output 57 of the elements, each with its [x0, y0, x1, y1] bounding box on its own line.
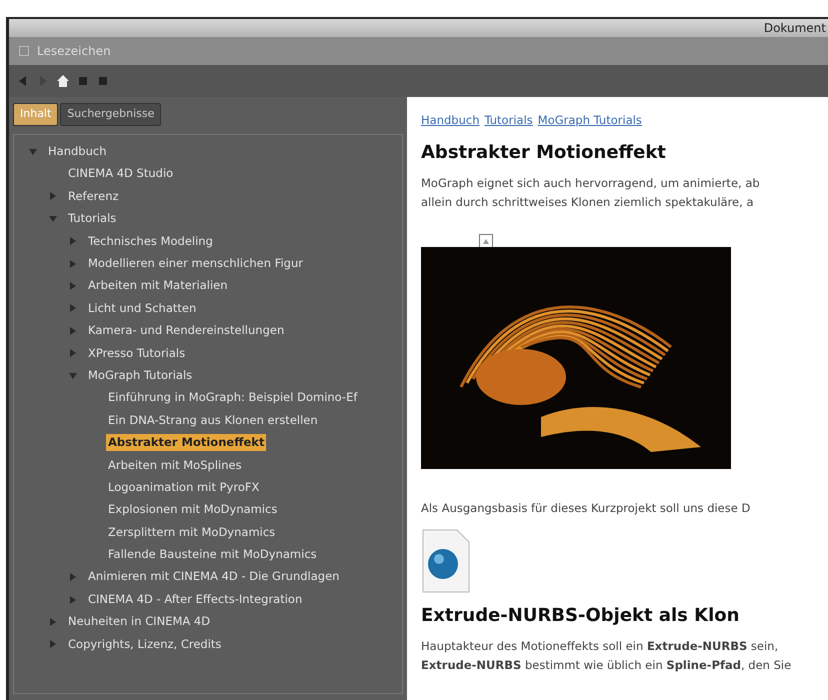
tree-item[interactable]: Einführung in MoGraph: Beispiel Domino-Ef — [106, 389, 360, 407]
expand-toggle-icon[interactable] — [68, 594, 78, 604]
tree-item[interactable]: Arbeiten mit MoSplines — [106, 456, 244, 474]
tree-item[interactable]: Explosionen mit MoDynamics — [106, 501, 280, 519]
body-text: MoGraph eignet sich auch hervorragend, um animierte, ab — [421, 175, 760, 192]
panel-title: Lesezeichen — [37, 43, 111, 60]
expand-toggle-icon[interactable] — [48, 639, 58, 650]
expand-toggle-icon[interactable] — [68, 572, 78, 582]
tree-item[interactable]: Tutorials — [66, 210, 118, 228]
breadcrumb-link[interactable]: Handbuch — [421, 113, 480, 127]
body-text: allein durch schrittweises Klonen ziemlich spektakuläre, a — [421, 194, 754, 211]
expand-toggle-icon[interactable] — [68, 348, 78, 358]
collapse-toggle-icon[interactable] — [28, 146, 38, 157]
section-heading: Abstrakter Motioneffekt — [421, 141, 667, 165]
collapse-toggle-icon[interactable] — [48, 214, 58, 224]
tree-item[interactable]: Animieren mit CINEMA 4D - Die Grundlagen — [86, 568, 342, 586]
breadcrumb-link[interactable]: Tutorials — [484, 113, 533, 127]
square-icon[interactable] — [77, 75, 89, 87]
tab[interactable]: Suchergebnisse — [60, 103, 162, 126]
tree-item[interactable]: Handbuch — [46, 143, 108, 160]
tree-item[interactable]: Arbeiten mit Materialien — [86, 277, 230, 295]
expand-toggle-icon[interactable] — [68, 326, 78, 336]
tree-item[interactable]: CINEMA 4D - After Effects-Integration — [86, 590, 304, 608]
expand-toggle-icon[interactable] — [68, 236, 78, 246]
section-heading: Extrude-NURBS-Objekt als Klon — [421, 604, 740, 628]
back-icon[interactable] — [17, 75, 29, 87]
expand-toggle-icon[interactable] — [68, 258, 78, 269]
collapse-toggle-icon[interactable] — [68, 370, 78, 381]
tree-item[interactable]: Logoanimation mit PyroFX — [106, 478, 262, 496]
tree-item[interactable]: Referenz — [66, 188, 121, 206]
tree-item[interactable]: Modellieren einer menschlichen Figur — [86, 255, 305, 272]
panel-icon — [19, 46, 29, 56]
tree-item[interactable]: MoGraph Tutorials — [86, 366, 194, 384]
body-text: Extrude-NURBS bestimmt wie üblich ein Spline-Pfad, den Sie — [421, 657, 792, 674]
tree-item[interactable]: Copyrights, Lizenz, Credits — [66, 636, 224, 653]
expand-toggle-icon[interactable] — [68, 281, 78, 292]
window-title: Dokument — [764, 20, 826, 37]
tree-item[interactable]: Abstrakter Motioneffekt — [106, 434, 266, 452]
tree-item[interactable]: Kamera- und Rendereinstellungen — [86, 322, 286, 340]
expand-toggle-icon[interactable] — [68, 303, 78, 314]
file-icon — [421, 528, 471, 594]
tree-item[interactable]: Ein DNA-Strang aus Klonen erstellen — [106, 412, 320, 429]
home-icon[interactable] — [57, 75, 69, 87]
broken-image-icon — [479, 234, 493, 248]
body-text: Hauptakteur des Motioneffekts soll ein Extrude-NURBS sein, — [421, 638, 778, 655]
body-text: Als Ausgangsbasis für dieses Kurzprojekt soll uns diese D — [421, 500, 750, 517]
tree-item[interactable]: CINEMA 4D Studio — [66, 165, 176, 183]
tree-item[interactable]: Licht und Schatten — [86, 300, 198, 318]
tree-item[interactable]: Fallende Bausteine mit MoDynamics — [106, 546, 319, 564]
tree-item[interactable]: Zersplittern mit MoDynamics — [106, 524, 278, 541]
breadcrumb-link[interactable]: MoGraph Tutorials — [538, 113, 642, 127]
expand-toggle-icon[interactable] — [48, 616, 58, 627]
tree-item[interactable]: Neuheiten in CINEMA 4D — [66, 613, 212, 631]
tree-item[interactable]: Technisches Modeling — [86, 232, 215, 250]
tree-item[interactable]: XPresso Tutorials — [86, 344, 188, 362]
square-icon[interactable] — [97, 75, 109, 87]
expand-toggle-icon[interactable] — [48, 191, 58, 202]
